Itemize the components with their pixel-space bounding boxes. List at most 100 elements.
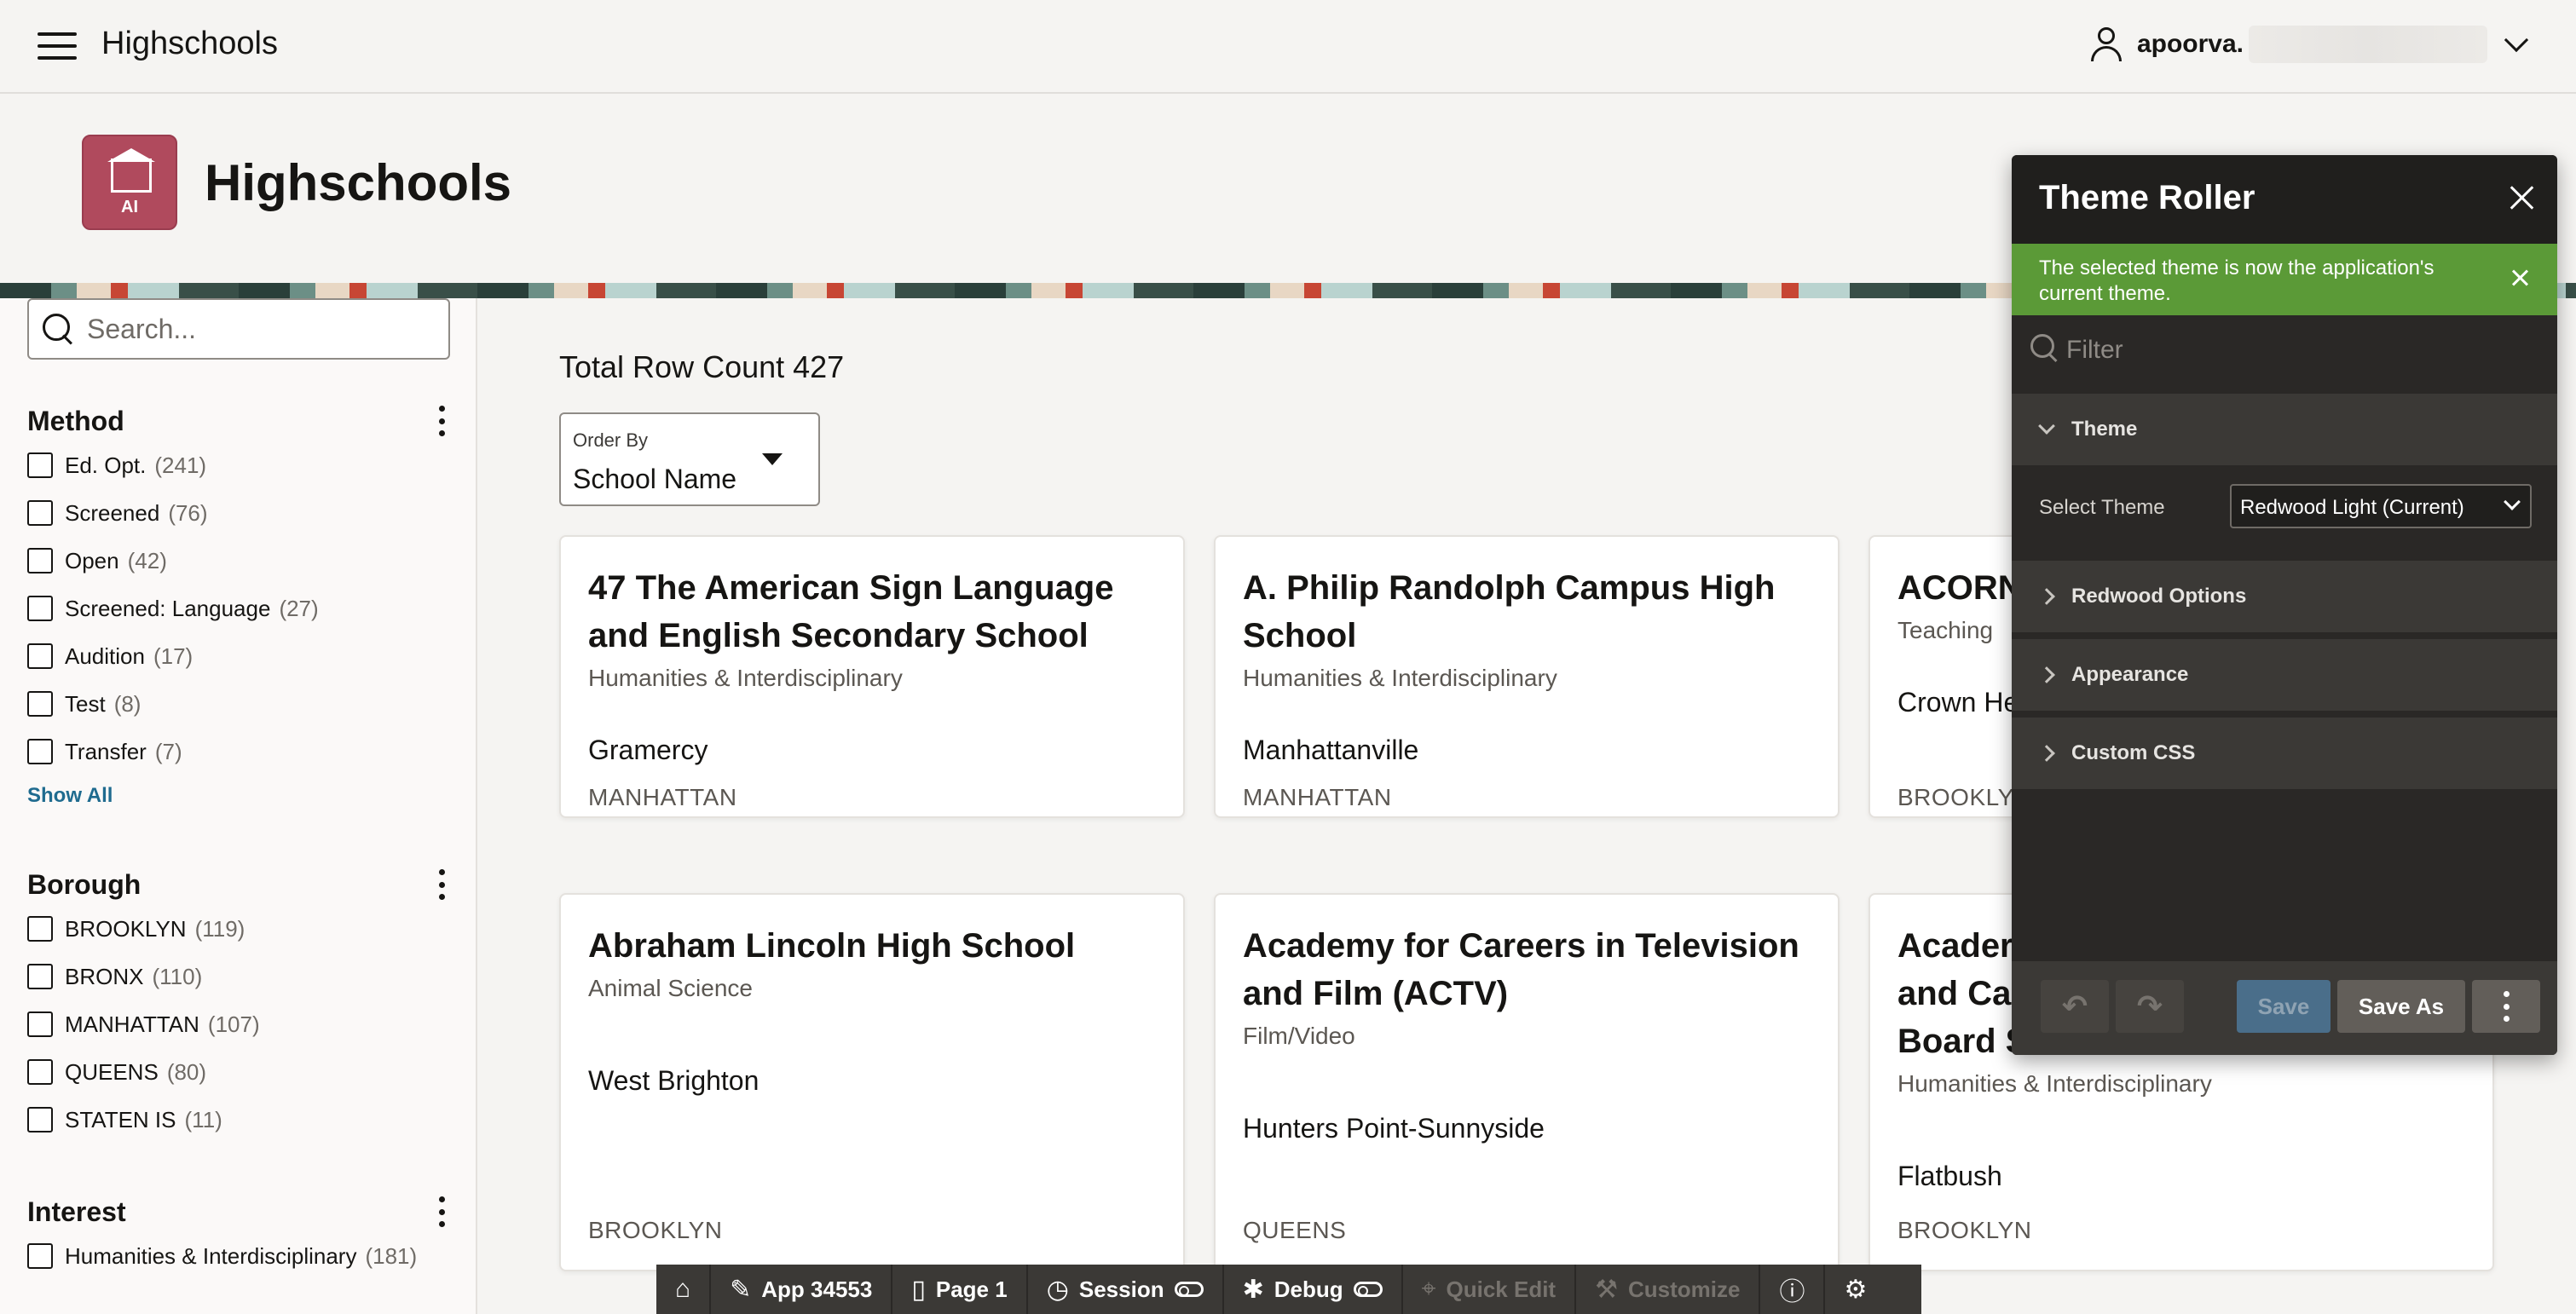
success-alert: The selected theme is now the applicatio…: [2012, 244, 2557, 315]
facet-item-label: QUEENS: [65, 1058, 159, 1085]
facet-item[interactable]: BROOKLYN (119): [27, 905, 450, 953]
facet-item[interactable]: Humanities & Interdisciplinary (181): [27, 1232, 450, 1280]
search-input[interactable]: Search...: [27, 298, 450, 360]
chevron-down-icon[interactable]: [2504, 27, 2529, 53]
more-options-icon[interactable]: [433, 869, 450, 900]
checkbox[interactable]: [27, 1107, 53, 1132]
theme-roller-header[interactable]: Theme Roller: [2012, 155, 2557, 244]
checkbox[interactable]: [27, 964, 53, 989]
school-card[interactable]: A. Philip Randolph Campus High School Hu…: [1214, 535, 1840, 818]
card-borough: MANHATTAN: [1243, 784, 1392, 810]
facet-item[interactable]: Screened (76): [27, 489, 450, 537]
facet-item-label: Humanities & Interdisciplinary: [65, 1242, 357, 1269]
page-button[interactable]: ▯ Page 1: [892, 1265, 1028, 1314]
facet-item[interactable]: QUEENS (80): [27, 1048, 450, 1096]
checkbox[interactable]: [27, 596, 53, 621]
checkbox[interactable]: [27, 1059, 53, 1085]
edit-icon: ✎: [730, 1275, 752, 1304]
section-label: Appearance: [2071, 663, 2189, 686]
school-card[interactable]: Academy for Careers in Television and Fi…: [1214, 893, 1840, 1271]
facet-item[interactable]: BRONX (110): [27, 953, 450, 1000]
checkbox[interactable]: [27, 500, 53, 526]
caret-down-icon: [762, 453, 783, 465]
quick-edit-label: Quick Edit: [1446, 1276, 1557, 1302]
checkbox[interactable]: [27, 739, 53, 764]
facet-item[interactable]: MANHATTAN (107): [27, 1000, 450, 1048]
facet-item[interactable]: Test (8): [27, 680, 450, 728]
card-interest: Film/Video: [1243, 1023, 1355, 1049]
gear-icon: ⚙: [1844, 1275, 1868, 1304]
save-as-button[interactable]: Save As: [2337, 980, 2465, 1033]
checkbox[interactable]: [27, 548, 53, 573]
section-redwood-options[interactable]: Redwood Options: [2012, 561, 2557, 632]
facet-item[interactable]: STATEN IS (11): [27, 1096, 450, 1144]
card-interest: Humanities & Interdisciplinary: [588, 665, 903, 691]
close-icon[interactable]: [2506, 182, 2537, 213]
hamburger-menu-icon[interactable]: [38, 32, 77, 60]
redo-button[interactable]: ↷: [2116, 980, 2184, 1033]
checkbox[interactable]: [27, 452, 53, 478]
school-card[interactable]: 47 The American Sign Language and Englis…: [559, 535, 1185, 818]
search-placeholder: Search...: [87, 313, 197, 344]
debug-button[interactable]: ✱ Debug: [1224, 1265, 1403, 1314]
facet-item[interactable]: Screened: Language (27): [27, 585, 450, 632]
customize-button[interactable]: ⚒ Customize: [1576, 1265, 1761, 1314]
facet-item-label: MANHATTAN: [65, 1011, 199, 1037]
facet-item-label: Audition: [65, 643, 145, 669]
section-custom-css[interactable]: Custom CSS: [2012, 718, 2557, 789]
user-menu[interactable]: apoorva.: [2089, 26, 2529, 63]
app-logo-icon: AI: [82, 135, 177, 230]
section-appearance[interactable]: Appearance: [2012, 639, 2557, 711]
settings-button[interactable]: ⚙: [1825, 1265, 1886, 1314]
app-button[interactable]: ✎ App 34553: [711, 1265, 893, 1314]
checkbox[interactable]: [27, 691, 53, 717]
section-theme[interactable]: Theme: [2012, 394, 2557, 465]
checkbox[interactable]: [27, 1011, 53, 1037]
checkbox[interactable]: [27, 643, 53, 669]
card-borough: BROOKLYN: [1897, 1217, 2032, 1243]
facet-borough: Borough BROOKLYN (119) BRONX (110) MANHATT…: [27, 864, 450, 1144]
toggle-icon: [1353, 1282, 1383, 1297]
facet-item-count: (107): [207, 1011, 260, 1037]
quick-edit-button[interactable]: ⌖ Quick Edit: [1403, 1265, 1577, 1314]
theme-roller-title: Theme Roller: [2039, 179, 2255, 216]
card-neighborhood: Crown He: [1897, 687, 2019, 718]
school-card[interactable]: Abraham Lincoln High School Animal Scien…: [559, 893, 1185, 1271]
info-button[interactable]: ⓘ: [1760, 1265, 1826, 1314]
page-title: Highschools: [205, 154, 512, 211]
card-title: Academy for Careers in Television and Fi…: [1243, 927, 1799, 1012]
more-actions-button[interactable]: [2472, 980, 2540, 1033]
checkbox[interactable]: [27, 1243, 53, 1269]
facet-item[interactable]: Audition (17): [27, 632, 450, 680]
more-options-icon[interactable]: [433, 1196, 450, 1227]
app-label: App 34553: [761, 1276, 873, 1302]
select-theme-dropdown[interactable]: Redwood Light (Current): [2230, 484, 2532, 528]
clock-icon: ◷: [1046, 1275, 1069, 1304]
facet-interest: Interest Humanities & Interdisciplinary (…: [27, 1191, 450, 1280]
close-icon[interactable]: [2510, 268, 2530, 288]
card-neighborhood: Gramercy: [588, 735, 708, 765]
facet-item-count: (241): [154, 452, 207, 478]
customize-label: Customize: [1628, 1276, 1741, 1302]
card-title: Abraham Lincoln High School: [588, 927, 1076, 965]
checkbox[interactable]: [27, 916, 53, 942]
show-all-link[interactable]: Show All: [27, 784, 450, 808]
total-row-count: Total Row Count 427: [559, 349, 845, 384]
facet-item[interactable]: Open (42): [27, 537, 450, 585]
home-button[interactable]: ⌂: [656, 1265, 712, 1314]
user-icon: [2089, 26, 2123, 63]
undo-button[interactable]: ↶: [2041, 980, 2109, 1033]
facet-item[interactable]: Ed. Opt. (241): [27, 441, 450, 489]
order-by-select[interactable]: Order By School Name: [559, 412, 820, 506]
facet-item-count: (76): [168, 499, 208, 526]
card-borough: QUEENS: [1243, 1217, 1347, 1243]
save-button[interactable]: Save: [2237, 980, 2331, 1033]
session-button[interactable]: ◷ Session: [1028, 1265, 1224, 1314]
facet-sidebar: Search... Method Ed. Opt. (241) Screened (…: [0, 298, 477, 1314]
more-options-icon[interactable]: [433, 406, 450, 436]
app-title[interactable]: Highschools: [101, 26, 278, 62]
facet-item-label: BROOKLYN: [65, 915, 187, 942]
filter-input[interactable]: Filter: [2012, 315, 2557, 389]
facet-item[interactable]: Transfer (7): [27, 728, 450, 775]
toggle-icon: [1174, 1282, 1204, 1297]
